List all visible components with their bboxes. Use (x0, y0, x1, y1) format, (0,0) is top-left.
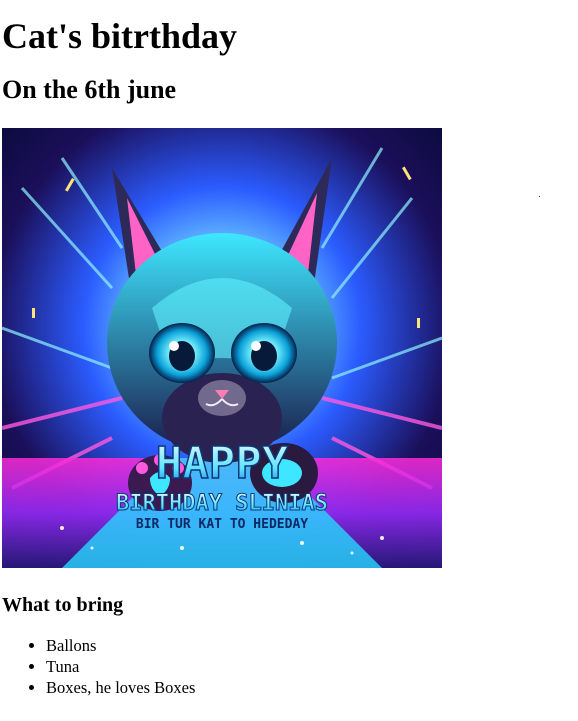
svg-text:BIR TUR KAT TO HEDEDAY: BIR TUR KAT TO HEDEDAY (136, 517, 308, 532)
list-item: Boxes, he loves Boxes (46, 677, 572, 698)
page-title: Cat's bitrthday (2, 16, 238, 56)
svg-text:BIRTHDAY SLINIAS: BIRTHDAY SLINIAS (116, 491, 328, 516)
list-item: Tuna (46, 656, 572, 677)
page-content: Cat's bitrthday On the 6th june HAPPY BI… (2, 0, 572, 698)
section-heading-what-to-bring: What to bring (2, 594, 124, 616)
bring-list: Ballons Tuna Boxes, he loves Boxes (2, 635, 572, 698)
list-item: Ballons (46, 635, 572, 656)
page-subtitle: On the 6th june (2, 75, 177, 104)
svg-text:HAPPY: HAPPY (156, 438, 289, 489)
stray-dot (539, 196, 540, 197)
hero-cat-image: HAPPY BIRTHDAY SLINIAS BIR TUR KAT TO HE… (2, 128, 442, 568)
